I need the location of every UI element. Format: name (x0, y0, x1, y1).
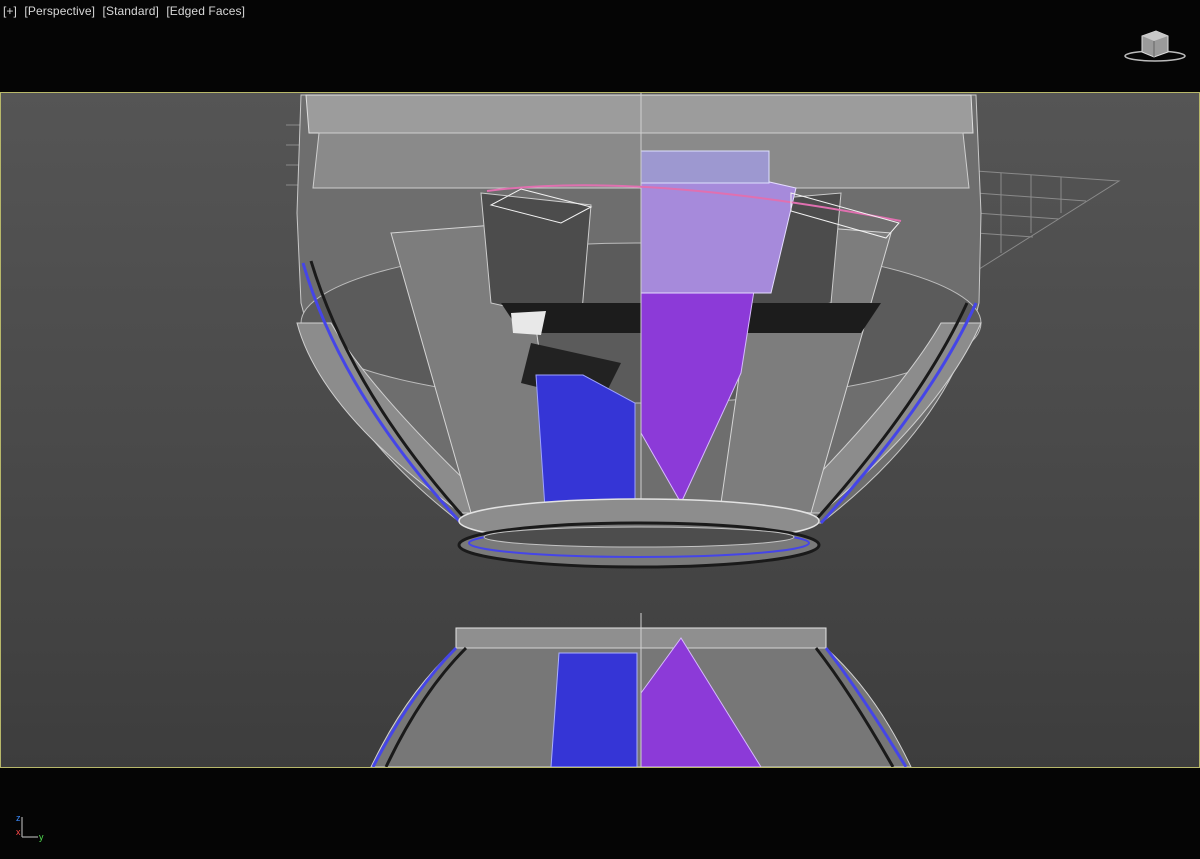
axis-label-z: z (16, 813, 21, 823)
upper-ring (457, 498, 821, 569)
3d-viewport[interactable]: [+] [Perspective] [Standard] [Edged Face… (0, 0, 1200, 859)
axis-tripod: z x y (16, 813, 44, 842)
axis-label-y: y (39, 832, 44, 842)
viewport-frame[interactable] (0, 92, 1200, 768)
viewport-general-menu[interactable]: [+] (3, 4, 17, 18)
viewport-shading-menu[interactable]: [Standard] (103, 4, 159, 18)
model-render (286, 93, 1121, 767)
viewport-view-menu[interactable]: [Perspective] (24, 4, 95, 18)
upper-shell (296, 93, 982, 543)
axis-label-x: x (16, 827, 21, 837)
lower-ring-and-shell (370, 613, 912, 767)
viewport-edge-menu[interactable]: [Edged Faces] (166, 4, 245, 18)
viewport-label-menu: [+] [Perspective] [Standard] [Edged Face… (3, 4, 249, 18)
viewcube-icon[interactable] (1122, 26, 1188, 66)
